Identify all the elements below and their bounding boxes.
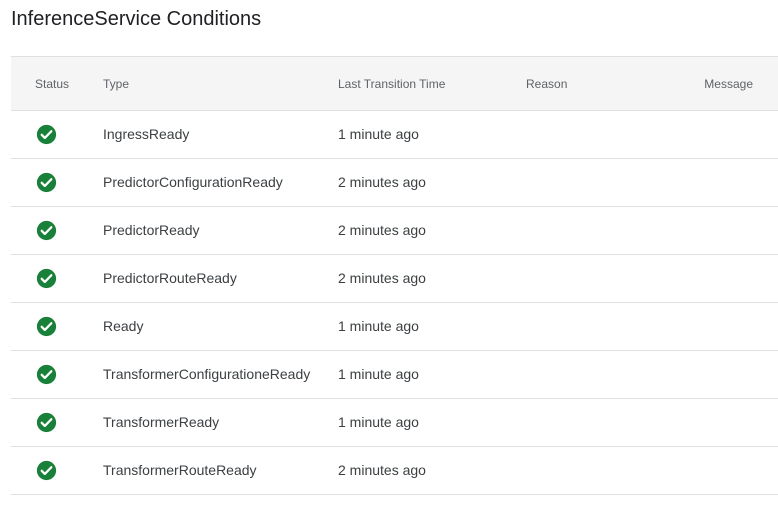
check-circle-icon <box>36 172 57 193</box>
last-transition-time: 2 minutes ago <box>338 462 426 478</box>
condition-type: TransformerConfigurationeReady <box>103 366 311 382</box>
last-transition-time: 1 minute ago <box>338 318 419 334</box>
last-transition-time: 2 minutes ago <box>338 174 426 190</box>
column-header-message[interactable]: Message <box>704 57 753 111</box>
check-circle-icon <box>36 124 57 145</box>
column-header-last-transition-time[interactable]: Last Transition Time <box>338 57 445 111</box>
table-row: TransformerRouteReady 2 minutes ago <box>11 447 778 495</box>
last-transition-time: 1 minute ago <box>338 366 419 382</box>
check-circle-icon <box>36 412 57 433</box>
condition-type: TransformerReady <box>103 414 220 430</box>
condition-type: Ready <box>103 318 144 334</box>
table-row: TransformerReady 1 minute ago <box>11 399 778 447</box>
check-circle-icon <box>36 364 57 385</box>
table-row: Ready 1 minute ago <box>11 303 778 351</box>
conditions-table: Status Type Last Transition Time Reason … <box>11 56 778 495</box>
column-header-status[interactable]: Status <box>35 57 69 111</box>
table-header: Status Type Last Transition Time Reason … <box>11 56 778 111</box>
column-header-type[interactable]: Type <box>103 57 129 111</box>
check-circle-icon <box>36 460 57 481</box>
condition-type: TransformerRouteReady <box>103 462 257 478</box>
check-circle-icon <box>36 268 57 289</box>
condition-type: PredictorConfigurationReady <box>103 174 283 190</box>
check-circle-icon <box>36 316 57 337</box>
table-row: PredictorConfigurationReady 2 minutes ag… <box>11 159 778 207</box>
table-row: PredictorRouteReady 2 minutes ago <box>11 255 778 303</box>
table-row: TransformerConfigurationeReady 1 minute … <box>11 351 778 399</box>
last-transition-time: 2 minutes ago <box>338 270 426 286</box>
condition-type: PredictorRouteReady <box>103 270 237 286</box>
check-circle-icon <box>36 220 57 241</box>
condition-type: IngressReady <box>103 126 190 142</box>
table-row: PredictorReady 2 minutes ago <box>11 207 778 255</box>
condition-type: PredictorReady <box>103 222 200 238</box>
page-title: InferenceService Conditions <box>11 8 262 30</box>
table-row: IngressReady 1 minute ago <box>11 111 778 159</box>
last-transition-time: 2 minutes ago <box>338 222 426 238</box>
last-transition-time: 1 minute ago <box>338 126 419 142</box>
last-transition-time: 1 minute ago <box>338 414 419 430</box>
column-header-reason[interactable]: Reason <box>526 57 567 111</box>
